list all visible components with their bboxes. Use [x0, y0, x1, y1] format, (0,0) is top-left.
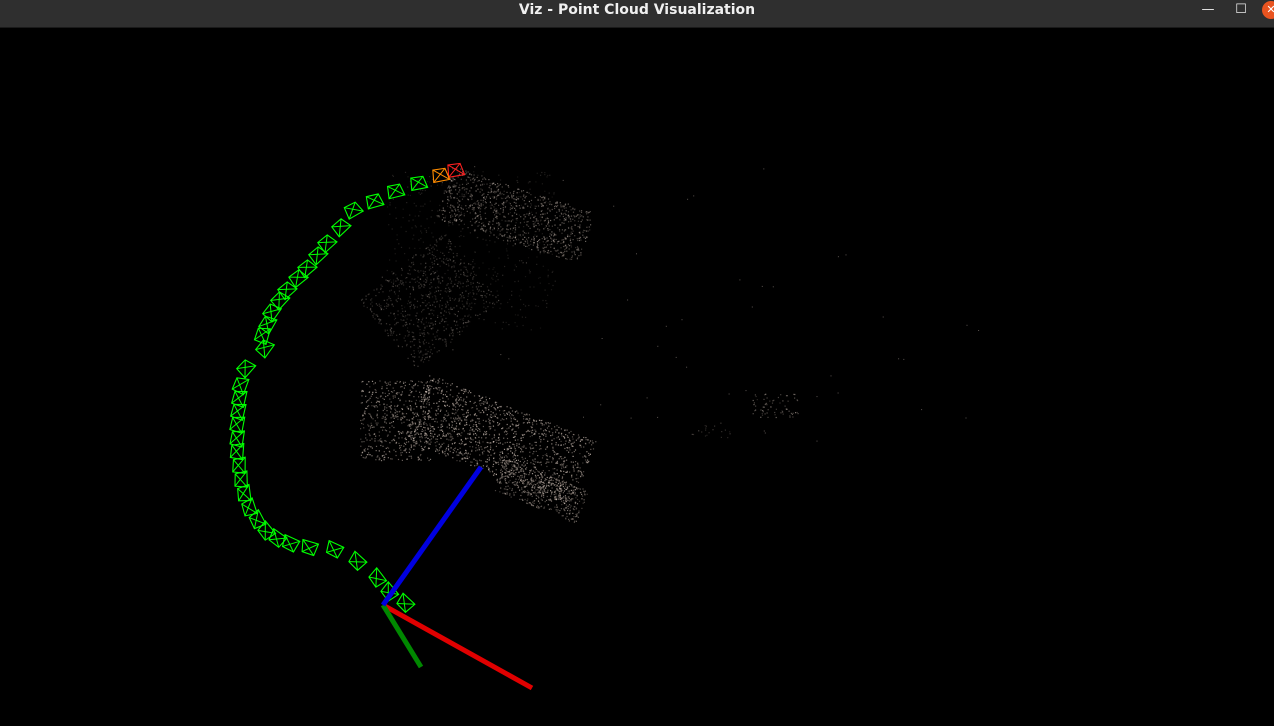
camera-frustum — [235, 359, 257, 379]
camera-frustum — [365, 193, 385, 210]
camera-frustum — [432, 167, 451, 184]
camera-frustum — [308, 246, 329, 266]
camera-frustum — [281, 533, 301, 553]
camera-trajectory — [229, 162, 466, 614]
point-cloud — [360, 166, 980, 523]
x-axis — [381, 602, 534, 691]
camera-frustum — [447, 162, 466, 178]
camera-frustum — [261, 303, 283, 323]
maximize-button[interactable]: ☐ — [1229, 2, 1253, 20]
title-bar[interactable]: Viz - Point Cloud Visualization — ☐ ✕ — [0, 0, 1274, 28]
camera-frustum — [325, 539, 345, 559]
camera-frustum — [343, 201, 365, 220]
viz-window: Viz - Point Cloud Visualization — ☐ ✕ — [0, 0, 1274, 726]
camera-frustum — [301, 538, 320, 557]
coordinate-axes — [380, 465, 534, 691]
point-cloud-canvas[interactable] — [0, 28, 1274, 726]
z-axis — [380, 465, 484, 607]
camera-frustum — [386, 183, 406, 200]
camera-frustum — [410, 175, 429, 192]
close-button[interactable]: ✕ — [1262, 1, 1274, 19]
window-title: Viz - Point Cloud Visualization — [518, 2, 756, 18]
minimize-button[interactable]: — — [1196, 2, 1220, 20]
camera-frustum — [288, 269, 309, 289]
camera-frustum — [348, 550, 368, 572]
camera-frustum — [248, 508, 267, 530]
camera-frustum — [317, 234, 338, 254]
camera-frustum — [330, 218, 352, 238]
3d-viewport[interactable] — [0, 28, 1274, 726]
